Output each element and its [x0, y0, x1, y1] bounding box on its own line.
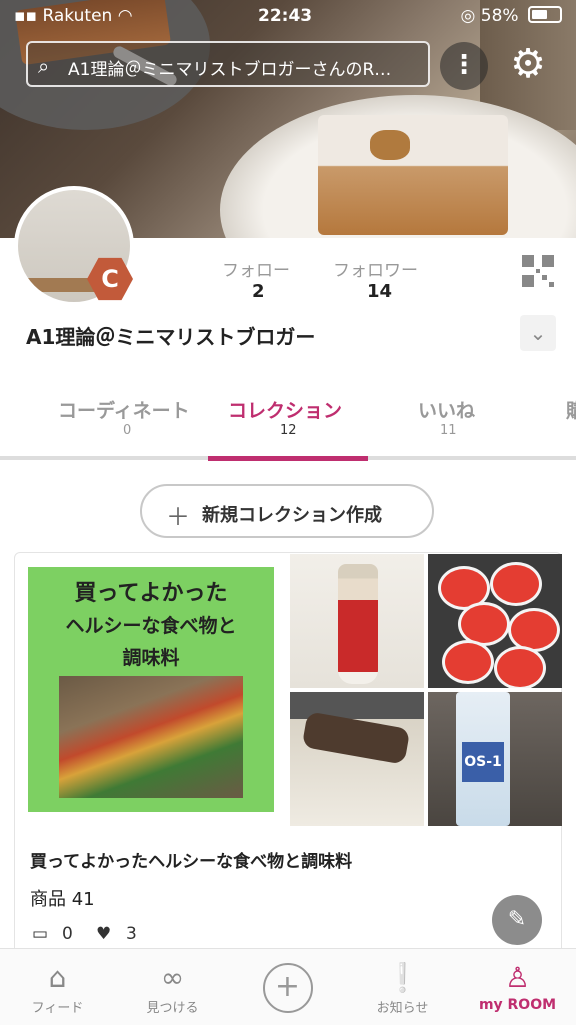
person-icon: ♙ — [504, 961, 531, 994]
chevron-down-icon[interactable]: ⌄ — [520, 315, 556, 351]
nav-notifications[interactable]: ❕ お知らせ — [345, 949, 460, 1025]
nav-my-room-label: my ROOM — [478, 997, 557, 1013]
home-icon: ⌂ — [48, 961, 67, 994]
collection-title[interactable]: 買ってよかったヘルシーな食べ物と調味料 — [30, 847, 352, 872]
cover-line-3: 調味料 — [122, 647, 180, 669]
vegetables-image — [59, 676, 243, 798]
carrier: ▪▪ Rakuten ◠ — [14, 6, 133, 26]
product-thumb-fish[interactable] — [290, 692, 424, 826]
nav-feed[interactable]: ⌂ フィード — [0, 949, 115, 1025]
tab-collection-count: 12 — [280, 423, 297, 438]
heart-icon: ♥ — [96, 924, 112, 944]
plus-icon: ＋ — [166, 503, 190, 531]
item-count: 商品 41 — [30, 889, 95, 910]
nav-feed-label: フィード — [31, 1001, 84, 1016]
nav-my-room[interactable]: ♙ my ROOM — [460, 949, 575, 1025]
tab-collection[interactable]: コレクション — [228, 396, 342, 423]
follow-count[interactable]: 2 — [252, 281, 265, 302]
search-text: A1理論＠ミニマリストブロガーさんのR… — [68, 60, 392, 80]
nav-notifications-label: お知らせ — [376, 1001, 429, 1016]
notice-icon: ❕ — [385, 961, 420, 994]
product-thumb-seasoning[interactable] — [290, 554, 424, 688]
cover-line-1: 買ってよかった — [74, 581, 228, 606]
carrier-label: Rakuten — [42, 6, 113, 26]
username: A1理論＠ミニマリストブロガー — [26, 325, 316, 349]
nav-discover-label: 見つける — [146, 1001, 199, 1016]
bottom-nav: ⌂ フィード ∞ 見つける + ❕ お知らせ ♙ my ROOM — [0, 948, 576, 1025]
nav-add[interactable]: + — [230, 949, 345, 1025]
comment-count: 0 — [62, 924, 73, 944]
edit-pencil-icon[interactable]: ✎ — [492, 895, 542, 945]
tab-active-indicator — [208, 456, 368, 461]
cake-shape — [318, 115, 508, 235]
drink-label: OS-1 — [462, 742, 504, 782]
more-options-button[interactable]: ⋮ — [440, 42, 488, 90]
follower-label[interactable]: フォロワー — [333, 256, 418, 281]
tab-likes-count: 11 — [440, 423, 457, 438]
status-bar: ▪▪ Rakuten ◠ 22:43 ◎ 58% — [0, 0, 576, 34]
walnut-shape — [370, 130, 410, 160]
product-thumb-drink[interactable]: OS-1 — [428, 692, 562, 826]
comment-icon: ▭ — [32, 924, 49, 944]
tab-purchase[interactable]: 購 — [566, 396, 576, 423]
cover-line-2: ヘルシーな食べ物と — [65, 615, 237, 637]
tab-likes[interactable]: いいね — [418, 396, 475, 423]
new-collection-button[interactable]: ＋ 新規コレクション作成 — [140, 484, 434, 538]
add-circle-icon: + — [262, 963, 313, 1013]
search-icon: ⌕ — [38, 54, 50, 78]
battery-percent: 58% — [480, 6, 519, 26]
nav-discover[interactable]: ∞ 見つける — [115, 949, 230, 1025]
binoculars-icon: ∞ — [160, 961, 185, 994]
search-bar[interactable]: ⌕ A1理論＠ミニマリストブロガーさんのR… — [26, 41, 430, 87]
new-collection-label: 新規コレクション作成 — [202, 505, 382, 526]
battery: ◎ 58% — [461, 6, 562, 26]
follower-count[interactable]: 14 — [367, 281, 392, 302]
battery-icon — [528, 6, 562, 23]
clock: 22:43 — [258, 6, 313, 26]
signal-icon: ▪▪ — [14, 6, 38, 26]
gear-icon[interactable]: ⚙ — [504, 40, 552, 88]
like-count: 3 — [126, 924, 137, 944]
wifi-icon: ◠ — [117, 6, 133, 26]
follow-label[interactable]: フォロー — [222, 256, 290, 281]
tab-coordinate-count: 0 — [123, 423, 132, 438]
qr-code-icon[interactable] — [522, 255, 554, 287]
tab-coordinate[interactable]: コーディネート — [58, 396, 190, 423]
rotation-lock-icon: ◎ — [460, 6, 476, 26]
product-thumb-cups[interactable] — [428, 554, 562, 688]
